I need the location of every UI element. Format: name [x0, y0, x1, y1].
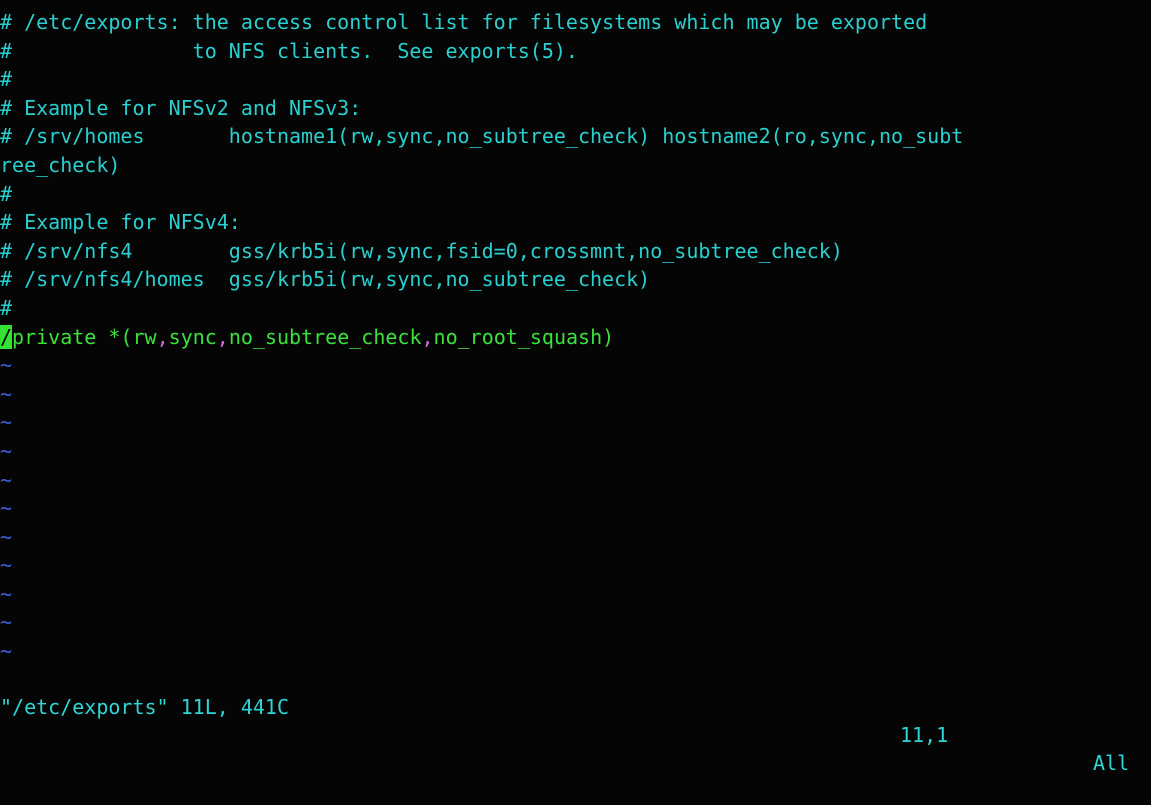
buffer-line-3: # [0, 67, 13, 92]
empty-line-marker: ~ [0, 610, 13, 635]
buffer-line-2: # to NFS clients. See exports(5). [0, 38, 578, 63]
text-cursor: / [0, 324, 13, 349]
empty-line-marker: ~ [0, 467, 13, 492]
buffer-line-4: # Example for NFSv2 and NFSv3: [0, 95, 362, 120]
vim-buffer[interactable]: # /etc/exports: the access control list … [0, 8, 1151, 666]
empty-line-marker: ~ [0, 438, 13, 463]
empty-line-marker: ~ [0, 410, 13, 435]
buffer-line-5-wrap: ree_check) [0, 152, 121, 177]
option-separator: , [156, 324, 169, 349]
empty-line-marker: ~ [0, 524, 13, 549]
terminal-window[interactable]: # /etc/exports: the access control list … [0, 0, 1151, 775]
empty-line-marker: ~ [0, 639, 13, 664]
buffer-line-6: # [0, 181, 13, 206]
vim-status-line: "/etc/exports" 11L, 441C 11,1 All [0, 665, 1151, 775]
export-option-no-subtree-check: no_subtree_check [228, 324, 422, 349]
empty-line-marker: ~ [0, 553, 13, 578]
file-info: "/etc/exports" 11L, 441C [0, 695, 289, 719]
option-separator: , [216, 324, 229, 349]
empty-line-marker: ~ [0, 381, 13, 406]
empty-line-marker: ~ [0, 353, 13, 378]
export-option-sync: sync [168, 324, 217, 349]
scroll-position: All [1093, 751, 1130, 775]
buffer-line-9: # /srv/nfs4/homes gss/krb5i(rw,sync,no_s… [0, 267, 651, 292]
line-space [96, 325, 108, 349]
cursor-position: 11,1 [900, 723, 949, 747]
buffer-line-5: # /srv/homes hostname1(rw,sync,no_subtre… [0, 124, 964, 149]
empty-line-marker: ~ [0, 581, 13, 606]
empty-line-marker: ~ [0, 496, 13, 521]
option-separator: , [421, 324, 434, 349]
active-line[interactable]: /private *(rw,sync,no_subtree_check,no_r… [0, 323, 1151, 352]
buffer-line-8: # /srv/nfs4 gss/krb5i(rw,sync,fsid=0,cro… [0, 238, 843, 263]
export-path-rest: private [12, 324, 97, 349]
buffer-line-1: # /etc/exports: the access control list … [0, 10, 928, 34]
export-option-rw: *(rw [108, 324, 157, 349]
buffer-line-7: # Example for NFSv4: [0, 210, 241, 235]
buffer-line-10: # [0, 295, 13, 320]
empty-line-markers: ~ ~ ~ ~ ~ ~ ~ ~ ~ ~ ~ [0, 351, 1151, 666]
export-option-no-root-squash: no_root_squash) [433, 324, 615, 349]
